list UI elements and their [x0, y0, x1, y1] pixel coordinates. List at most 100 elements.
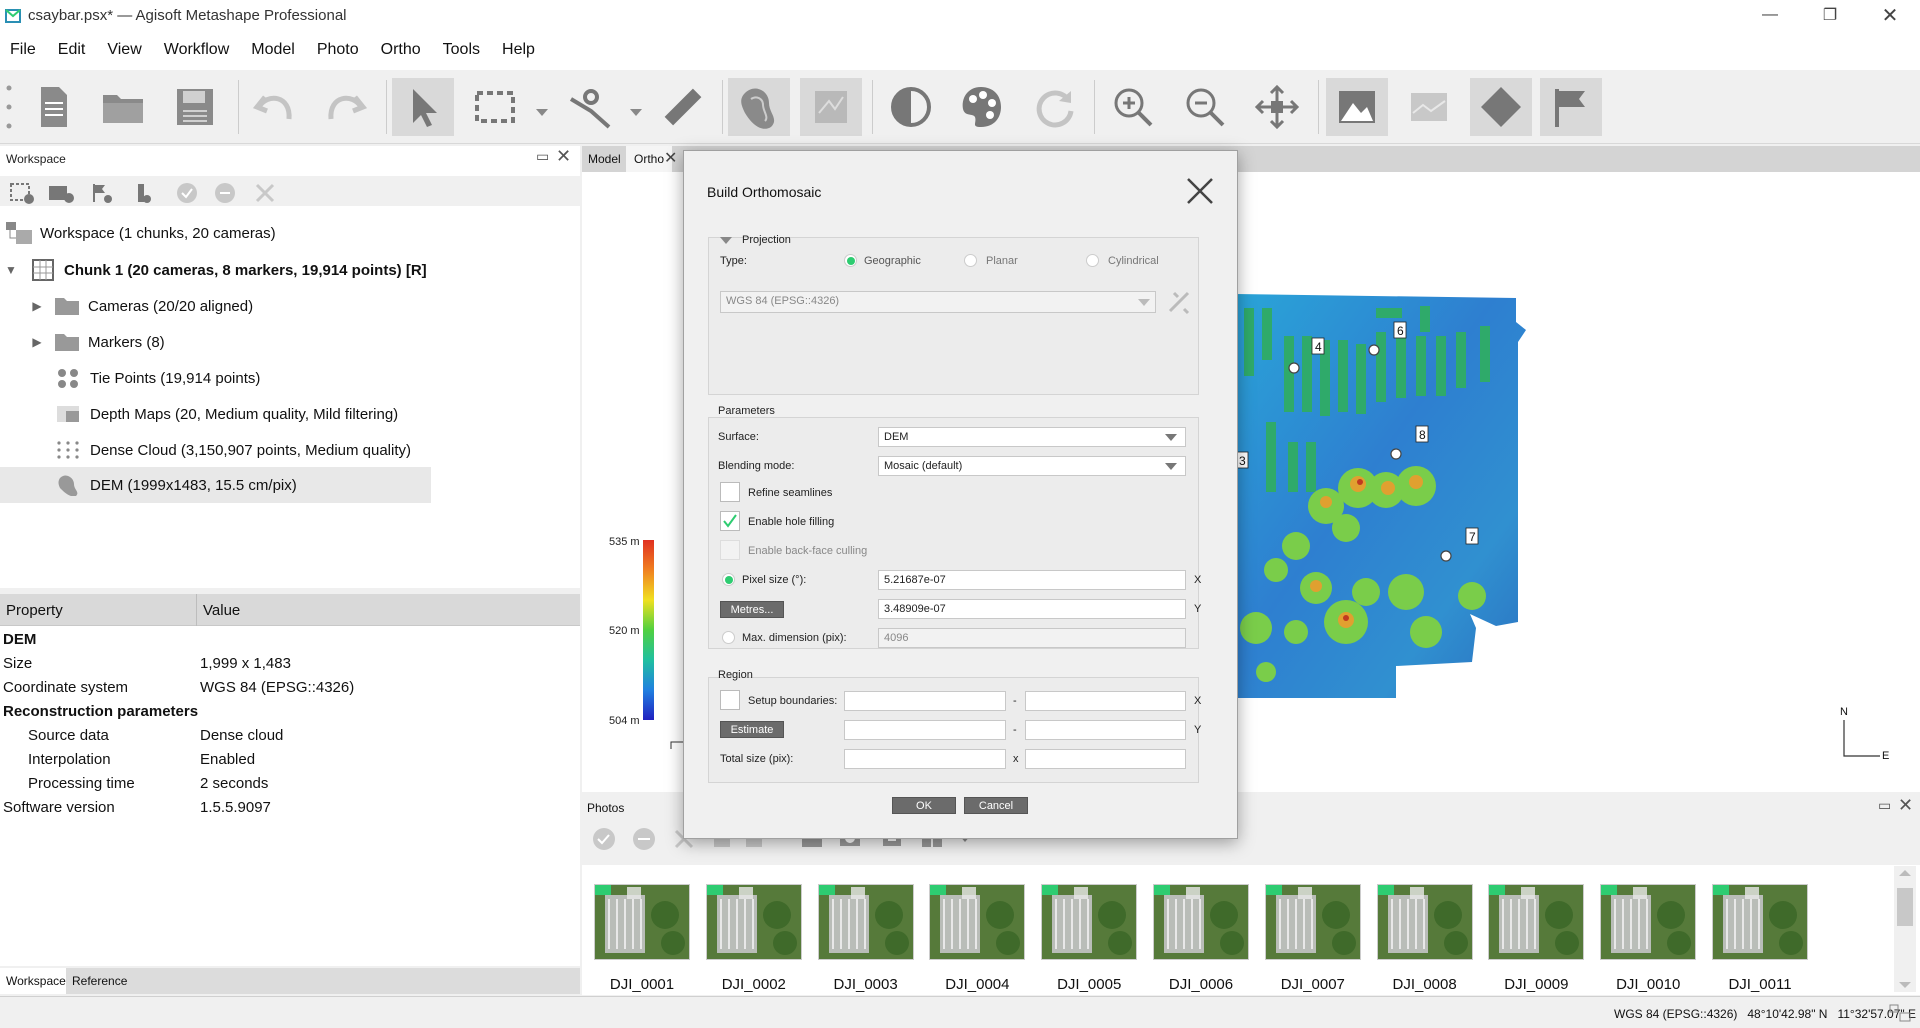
blending-dropdown-icon[interactable]: [1165, 463, 1177, 470]
enable-icon[interactable]: [176, 182, 198, 204]
orthomosaic-view-icon[interactable]: [800, 78, 862, 136]
float-panel-icon[interactable]: ▭: [536, 148, 549, 165]
radio-max-dimension[interactable]: [722, 631, 735, 644]
tree-item-cameras[interactable]: ▶ Cameras (20/20 aligned): [30, 288, 253, 324]
pixel-size-x-input[interactable]: 5.21687e-07: [878, 570, 1186, 590]
photo-thumbnail[interactable]: [1153, 884, 1249, 960]
markers-flag-icon[interactable]: [1540, 78, 1602, 136]
pixel-size-y-input[interactable]: 3.48909e-07: [878, 599, 1186, 619]
resize-grip-icon[interactable]: [1888, 1003, 1912, 1023]
add-chunk-icon[interactable]: [10, 182, 34, 204]
restore-button[interactable]: ❐: [1800, 0, 1860, 30]
photo-thumbnail[interactable]: [817, 884, 914, 960]
max-dimension-input[interactable]: 4096: [878, 628, 1186, 648]
selection-dropdown-icon[interactable]: [536, 104, 548, 121]
menu-workflow[interactable]: Workflow: [164, 41, 230, 59]
menu-tools[interactable]: Tools: [443, 41, 480, 59]
tools-icon[interactable]: [1166, 289, 1194, 315]
total-size-y-input[interactable]: [1025, 749, 1186, 769]
palette-icon[interactable]: [950, 78, 1012, 136]
rectangle-selection-icon[interactable]: [464, 78, 526, 136]
close-dialog-icon[interactable]: [1186, 177, 1214, 205]
photo-thumbnail[interactable]: [1264, 884, 1361, 960]
boundary-x-min-input[interactable]: [844, 691, 1006, 711]
ruler-dropdown-icon[interactable]: [630, 104, 642, 121]
redo-icon[interactable]: [314, 78, 376, 136]
show-images-icon[interactable]: [1326, 78, 1388, 136]
undo-icon[interactable]: [244, 78, 306, 136]
tree-item-dem[interactable]: DEM (1999x1483, 15.5 cm/pix): [56, 467, 297, 503]
photo-thumbnail[interactable]: [1712, 884, 1808, 960]
menu-edit[interactable]: Edit: [58, 41, 86, 59]
refine-seamlines-checkbox[interactable]: [720, 482, 740, 502]
radio-cylindrical[interactable]: [1086, 254, 1099, 267]
menu-help[interactable]: Help: [502, 41, 535, 59]
surface-select[interactable]: DEM: [878, 427, 1186, 447]
measure-icon[interactable]: [652, 78, 714, 136]
tab-reference[interactable]: Reference: [72, 974, 127, 988]
contrast-icon[interactable]: [880, 78, 942, 136]
close-photos-icon[interactable]: ✕: [1898, 795, 1913, 816]
dem-view-icon[interactable]: [728, 78, 790, 136]
photo-thumbnail[interactable]: [1041, 884, 1138, 960]
toolbar-grip[interactable]: [6, 84, 12, 130]
photo-thumbnail[interactable]: [1376, 884, 1473, 960]
zoom-out-icon[interactable]: [1174, 78, 1236, 136]
scrollbar-thumb[interactable]: [1897, 888, 1913, 926]
new-document-icon[interactable]: [22, 78, 84, 136]
tree-item-dense-cloud[interactable]: Dense Cloud (3,150,907 points, Medium qu…: [56, 432, 411, 468]
enable-camera-icon[interactable]: [592, 827, 616, 851]
close-window-button[interactable]: ✕: [1860, 0, 1920, 30]
ruler-tool-icon[interactable]: [560, 78, 622, 136]
tab-model[interactable]: Model: [588, 152, 621, 166]
metres-button[interactable]: Metres...: [720, 601, 784, 618]
photo-thumbnail[interactable]: [929, 884, 1026, 960]
backface-culling-checkbox[interactable]: [720, 540, 740, 560]
property-column-header[interactable]: Property: [6, 602, 63, 619]
setup-boundaries-checkbox[interactable]: [720, 690, 740, 710]
radio-geographic[interactable]: [844, 254, 857, 267]
menu-ortho[interactable]: Ortho: [381, 41, 421, 59]
boundary-y-max-input[interactable]: [1025, 720, 1186, 740]
float-photos-icon[interactable]: ▭: [1878, 797, 1891, 814]
estimate-button[interactable]: Estimate: [720, 721, 784, 738]
menu-model[interactable]: Model: [251, 41, 295, 59]
add-scalebar-icon[interactable]: [132, 182, 154, 204]
tab-workspace[interactable]: Workspace: [0, 968, 66, 994]
crs-dropdown-icon[interactable]: [1138, 299, 1150, 306]
refresh-icon[interactable]: [1024, 78, 1086, 136]
tree-item-markers[interactable]: ▶ Markers (8): [30, 324, 165, 360]
photos-scrollbar[interactable]: [1894, 866, 1916, 992]
boundary-y-min-input[interactable]: [844, 720, 1006, 740]
menu-photo[interactable]: Photo: [317, 41, 359, 59]
close-tab-icon[interactable]: ✕: [664, 148, 677, 168]
add-photos-icon[interactable]: [48, 182, 74, 204]
chevron-right-icon[interactable]: ▶: [30, 335, 44, 349]
zoom-in-icon[interactable]: [1102, 78, 1164, 136]
value-column-header[interactable]: Value: [203, 602, 240, 619]
reset-view-icon[interactable]: [1246, 78, 1308, 136]
collapse-arrow-icon[interactable]: [719, 236, 733, 246]
radio-planar[interactable]: [964, 254, 977, 267]
shapes-icon[interactable]: [1470, 78, 1532, 136]
remove-icon[interactable]: [254, 182, 276, 204]
photo-thumbnail[interactable]: [1488, 884, 1585, 960]
cancel-button[interactable]: Cancel: [964, 797, 1028, 814]
chevron-down-icon[interactable]: ▼: [4, 263, 18, 277]
add-marker-icon[interactable]: [90, 182, 114, 204]
workspace-root[interactable]: Workspace (1 chunks, 20 cameras): [4, 215, 276, 251]
total-size-x-input[interactable]: [844, 749, 1006, 769]
minimize-button[interactable]: —: [1740, 0, 1800, 30]
photo-thumbnail[interactable]: [594, 884, 690, 960]
save-icon[interactable]: [164, 78, 226, 136]
close-workspace-icon[interactable]: ✕: [556, 146, 571, 167]
surface-dropdown-icon[interactable]: [1165, 434, 1177, 441]
chunk-row[interactable]: ▼ Chunk 1 (20 cameras, 8 markers, 19,914…: [4, 252, 427, 288]
tree-item-depth-maps[interactable]: Depth Maps (20, Medium quality, Mild fil…: [56, 396, 398, 432]
boundary-x-max-input[interactable]: [1025, 691, 1186, 711]
menu-view[interactable]: View: [107, 41, 141, 59]
radio-pixel-size[interactable]: [722, 573, 735, 586]
photo-thumbnail[interactable]: [1600, 884, 1697, 960]
open-folder-icon[interactable]: [92, 78, 154, 136]
ok-button[interactable]: OK: [892, 797, 956, 814]
